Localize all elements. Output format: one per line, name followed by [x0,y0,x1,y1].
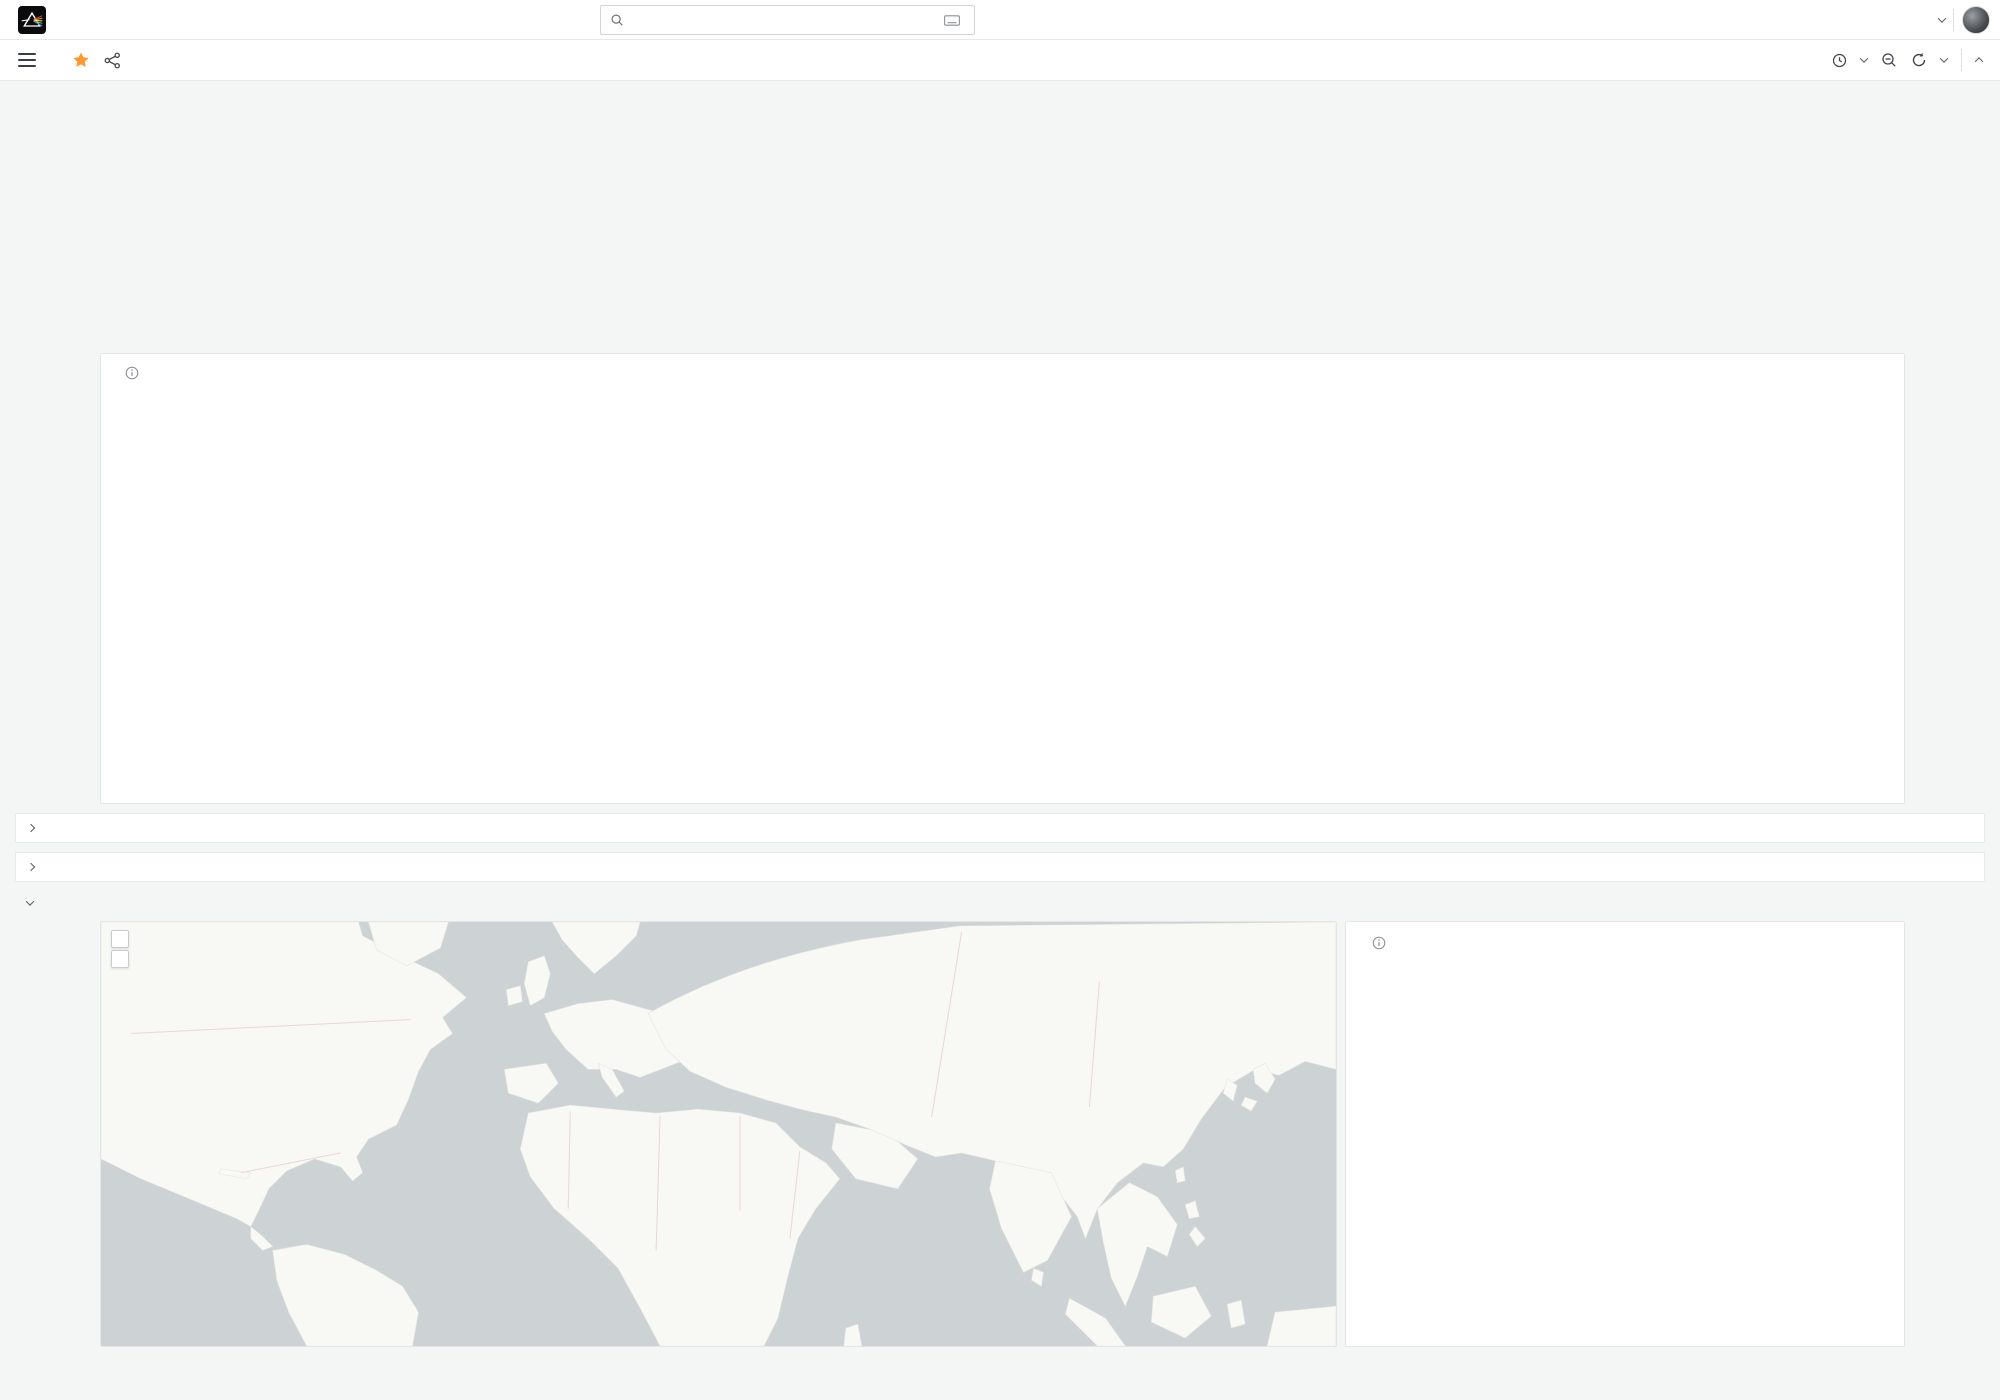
search-input[interactable] [631,13,937,28]
info-icon[interactable] [1372,936,1386,950]
chevron-down-icon [26,897,34,905]
divider [1953,9,1954,31]
row-top-pages[interactable] [15,852,1985,882]
search-icon [610,13,624,27]
add-button[interactable] [1935,17,1945,23]
favorite-star-icon[interactable] [72,51,90,69]
menu-icon[interactable] [18,53,36,67]
chevron-down-icon [1938,14,1946,22]
search-shortcut [944,15,965,26]
refresh-button[interactable] [1911,52,1927,68]
info-icon[interactable] [125,366,139,380]
share-icon[interactable] [104,52,121,69]
dashboard-content [0,97,2000,1347]
clock-icon [1832,53,1847,68]
map-zoom-in-button[interactable] [111,930,129,948]
zoom-out-icon [1881,52,1897,68]
refresh-interval-dropdown[interactable] [1940,54,1948,62]
keyboard-icon [944,15,960,26]
prism-icon [20,8,44,32]
top-nav [0,0,2000,40]
row-sources[interactable] [15,813,1985,843]
row-locations[interactable] [27,890,1985,916]
world-map [101,922,1336,1346]
chevron-down-icon [1860,54,1868,62]
global-search[interactable] [600,5,975,35]
collapse-toolbar-button[interactable] [1976,57,1982,63]
top-locations-panel [1345,921,1905,1347]
divider [1961,49,1962,71]
summary-stats-row [100,115,1905,266]
dashboard-toolbar [0,40,2000,81]
time-series-panel [100,353,1905,804]
map-zoom-out-button[interactable] [111,950,129,968]
refresh-icon [1911,52,1927,68]
zoom-out-time-button[interactable] [1881,52,1897,68]
avatar[interactable] [1962,6,1990,34]
time-series-chart [109,382,1896,758]
summary-wide-row [100,279,1905,342]
geomap-panel[interactable] [100,921,1337,1347]
time-range-picker[interactable] [1832,53,1867,68]
prisme-logo[interactable] [18,6,46,34]
chevron-right-icon [27,824,35,832]
chevron-right-icon [27,863,35,871]
